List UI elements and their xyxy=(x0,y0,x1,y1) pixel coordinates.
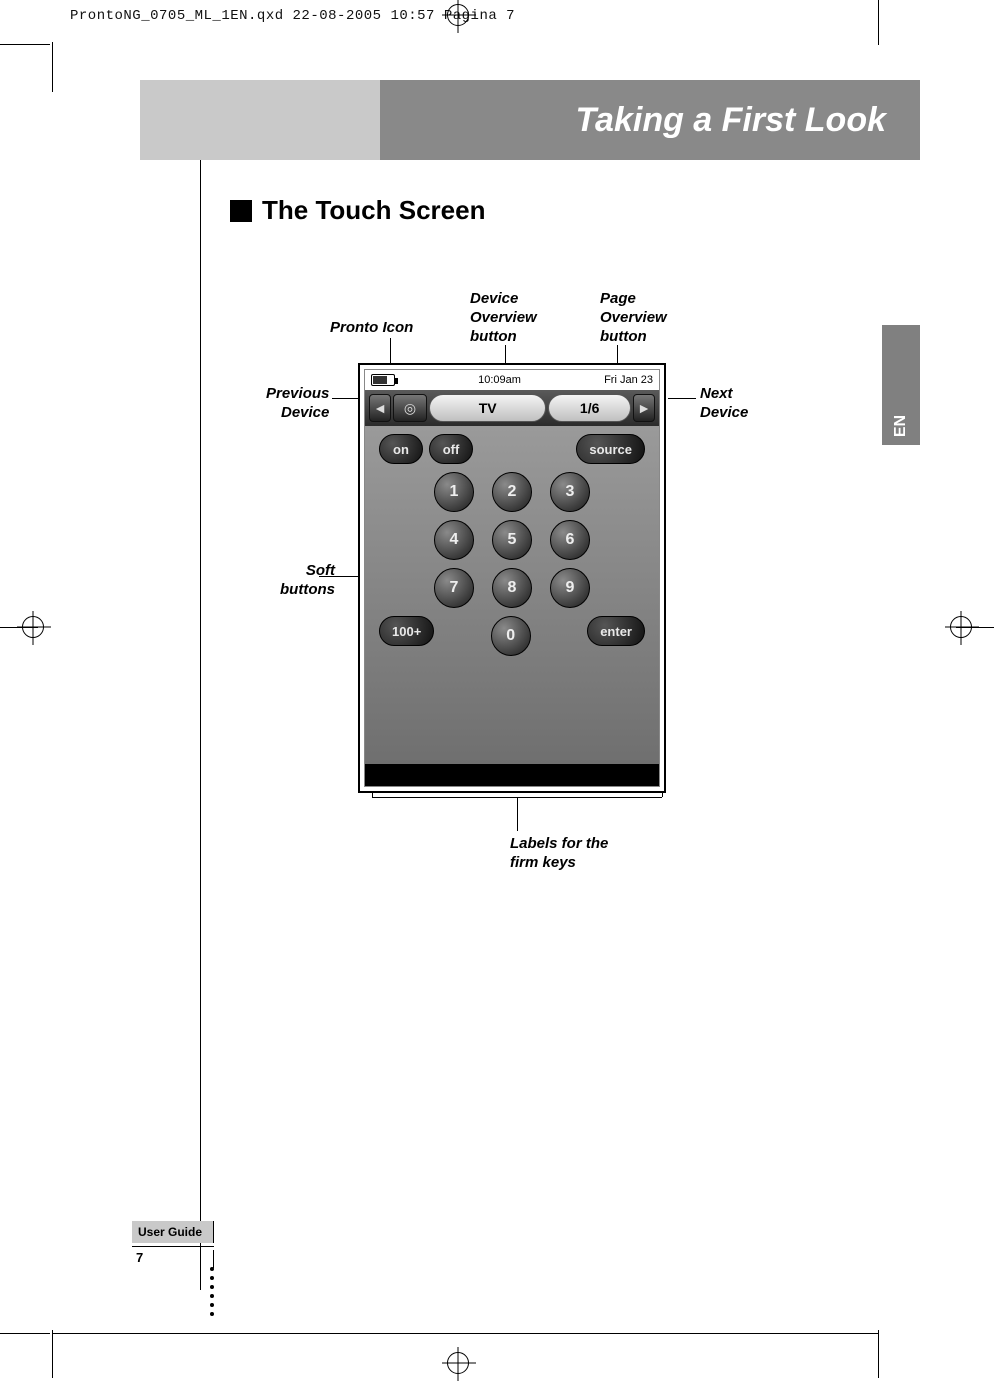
callout-page-overview: Page Overview button xyxy=(600,290,667,346)
callout-pronto-icon: Pronto Icon xyxy=(330,319,413,338)
digit-0-button[interactable]: 0 xyxy=(491,616,531,656)
page-overview-button[interactable]: 1/6 xyxy=(548,394,631,422)
footer: User Guide 7 xyxy=(132,1221,214,1268)
digit-9-button[interactable]: 9 xyxy=(550,568,590,608)
on-button[interactable]: on xyxy=(379,434,423,464)
page-overview-label: 1/6 xyxy=(580,400,599,416)
digit-2-button[interactable]: 2 xyxy=(492,472,532,512)
crop-mark xyxy=(0,1333,50,1334)
crop-mark xyxy=(878,0,879,45)
chapter-title-text: Taking a First Look xyxy=(576,101,886,140)
crop-mark xyxy=(52,1330,53,1378)
digit-6-button[interactable]: 6 xyxy=(550,520,590,560)
device-overview-button[interactable]: TV xyxy=(429,394,546,422)
user-guide-label: User Guide xyxy=(132,1221,214,1243)
digit-1-button[interactable]: 1 xyxy=(434,472,474,512)
leader-line xyxy=(372,797,662,798)
bottom-rule xyxy=(52,1333,878,1334)
leader-line xyxy=(517,797,518,831)
digit-5-button[interactable]: 5 xyxy=(492,520,532,560)
touchscreen-illustration: 10:09am Fri Jan 23 ◄ ◎ TV 1/6 ► on off s… xyxy=(358,363,666,793)
registration-mark-icon xyxy=(950,616,972,638)
callout-firm-keys: Labels for the firm keys xyxy=(510,835,608,873)
crop-mark xyxy=(52,42,53,92)
language-tab: EN xyxy=(882,325,920,445)
battery-icon xyxy=(371,374,395,386)
enter-button[interactable]: enter xyxy=(587,616,645,646)
firm-keys-bar xyxy=(365,764,659,786)
callout-next-device: Next Device xyxy=(700,385,748,423)
footer-dots-icon xyxy=(210,1267,214,1316)
next-device-button[interactable]: ► xyxy=(633,394,655,422)
digit-8-button[interactable]: 8 xyxy=(492,568,532,608)
prev-device-button[interactable]: ◄ xyxy=(369,394,391,422)
crop-mark xyxy=(0,44,50,45)
device-overview-label: TV xyxy=(479,400,497,416)
off-button[interactable]: off xyxy=(429,434,473,464)
chapter-title: Taking a First Look xyxy=(380,80,920,160)
status-time: 10:09am xyxy=(478,374,521,386)
section-heading-text: The Touch Screen xyxy=(262,195,485,226)
nav-bar: ◄ ◎ TV 1/6 ► xyxy=(365,390,659,426)
digit-3-button[interactable]: 3 xyxy=(550,472,590,512)
touchscreen-inner: 10:09am Fri Jan 23 ◄ ◎ TV 1/6 ► on off s… xyxy=(364,369,660,787)
callout-previous-device: Previous Device xyxy=(266,385,329,423)
leader-line xyxy=(668,398,696,399)
leader-line xyxy=(319,576,361,577)
hundred-plus-button[interactable]: 100+ xyxy=(379,616,434,646)
section-heading: The Touch Screen xyxy=(230,195,485,226)
footer-rule xyxy=(132,1246,214,1247)
column-rule xyxy=(200,160,201,1290)
registration-mark-icon xyxy=(22,616,44,638)
square-bullet-icon xyxy=(230,200,252,222)
digit-7-button[interactable]: 7 xyxy=(434,568,474,608)
language-tab-label: EN xyxy=(892,415,910,437)
digit-4-button[interactable]: 4 xyxy=(434,520,474,560)
registration-mark-icon xyxy=(447,4,469,26)
registration-mark-icon xyxy=(447,1352,469,1374)
status-bar: 10:09am Fri Jan 23 xyxy=(365,370,659,390)
page-number: 7 xyxy=(132,1250,214,1268)
status-date: Fri Jan 23 xyxy=(604,374,653,386)
callout-device-overview: Device Overview button xyxy=(470,290,537,346)
soft-buttons-area: on off source 1 2 3 4 5 6 7 8 9 100+ xyxy=(365,426,659,764)
callout-soft-buttons: Soft buttons xyxy=(280,562,335,600)
leader-line xyxy=(390,338,391,366)
crop-mark xyxy=(878,1330,879,1378)
pronto-icon[interactable]: ◎ xyxy=(393,394,427,422)
source-button[interactable]: source xyxy=(576,434,645,464)
